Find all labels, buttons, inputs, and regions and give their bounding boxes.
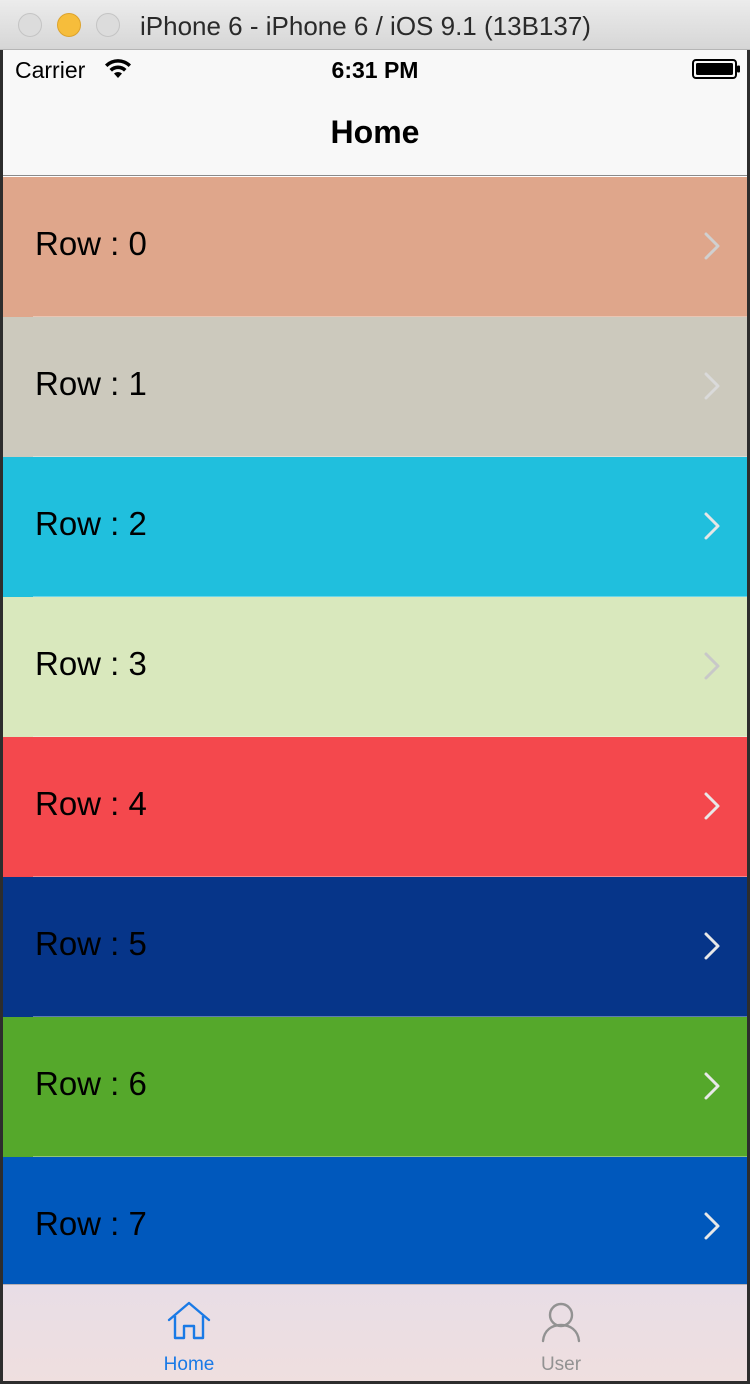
- chevron-right-icon: [704, 1072, 720, 1100]
- row-label: Row : 5: [35, 925, 147, 962]
- row-label: Row : 2: [35, 505, 147, 542]
- row-label: Row : 3: [35, 645, 147, 682]
- status-bar: Carrier 6:31 PM: [3, 50, 747, 90]
- table-row[interactable]: Row : 0: [3, 177, 747, 317]
- chevron-right-icon: [704, 932, 720, 960]
- row-label: Row : 1: [35, 365, 147, 402]
- table-row[interactable]: Row : 6: [3, 1017, 747, 1157]
- nav-title: Home: [330, 114, 420, 150]
- window-zoom-button[interactable]: [96, 13, 120, 37]
- table-row[interactable]: Row : 4: [3, 737, 747, 877]
- simulator-title-bar: iPhone 6 - iPhone 6 / iOS 9.1 (13B137): [0, 0, 750, 50]
- window-title: iPhone 6 - iPhone 6 / iOS 9.1 (13B137): [140, 11, 591, 41]
- table-row[interactable]: Row : 5: [3, 877, 747, 1017]
- table-view[interactable]: Row : 0 Row : 1 Row : 2 Row : 3 Row : 4 …: [3, 177, 747, 1284]
- table-row[interactable]: Row : 2: [3, 457, 747, 597]
- row-label: Row : 7: [35, 1205, 147, 1242]
- table-row[interactable]: Row : 3: [3, 597, 747, 737]
- home-icon: [167, 1301, 211, 1340]
- tab-home-label: Home: [163, 1354, 215, 1375]
- device-screen: Carrier 6:31 PM Home Row : 0 Row : 1 Row…: [0, 50, 750, 1384]
- tab-user-label: User: [540, 1354, 582, 1375]
- status-time: 6:31 PM: [331, 57, 419, 83]
- window-minimize-button[interactable]: [57, 13, 81, 37]
- table-row[interactable]: Row : 7: [3, 1157, 747, 1284]
- window-close-button[interactable]: [18, 13, 42, 37]
- user-icon: [541, 1302, 581, 1343]
- chevron-right-icon: [704, 792, 720, 820]
- navigation-bar: Home: [3, 90, 747, 176]
- table-row[interactable]: Row : 1: [3, 317, 747, 457]
- chevron-right-icon: [704, 512, 720, 540]
- row-label: Row : 0: [35, 225, 147, 262]
- chevron-right-icon: [704, 372, 720, 400]
- tab-user[interactable]: User: [375, 1285, 747, 1381]
- tab-home[interactable]: Home: [3, 1285, 375, 1381]
- chevron-right-icon: [704, 652, 720, 680]
- chevron-right-icon: [704, 232, 720, 260]
- chevron-right-icon: [704, 1212, 720, 1240]
- battery-icon: [692, 59, 740, 79]
- row-label: Row : 6: [35, 1065, 147, 1102]
- tab-bar: Home User: [3, 1284, 747, 1381]
- row-label: Row : 4: [35, 785, 147, 822]
